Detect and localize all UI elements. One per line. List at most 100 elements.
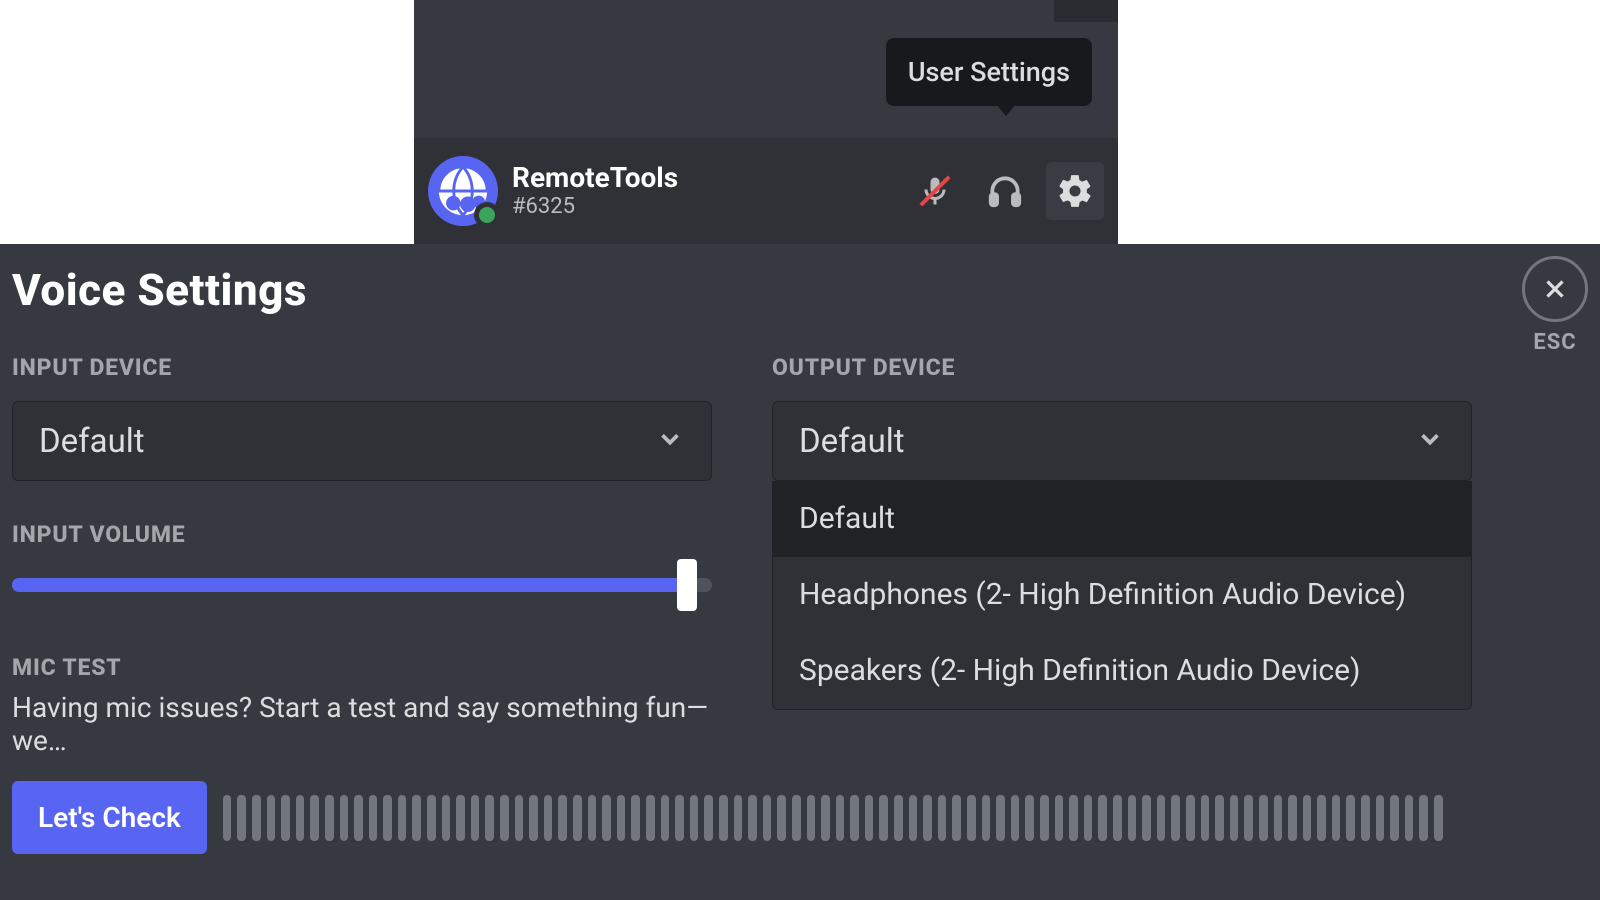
- vu-bar: [646, 795, 655, 841]
- mute-mic-button[interactable]: [906, 162, 964, 220]
- status-online-dot: [474, 202, 500, 228]
- vu-bar: [1142, 795, 1151, 841]
- vu-bar: [1040, 795, 1049, 841]
- vu-bar: [471, 795, 480, 841]
- vu-bar: [427, 795, 436, 841]
- vu-meter: [223, 795, 1443, 841]
- vu-bar: [1113, 795, 1122, 841]
- vu-bar: [807, 795, 816, 841]
- top-strip: User Settings RemoteTools #6325: [414, 0, 1118, 244]
- vu-bar: [894, 795, 903, 841]
- vu-bar: [1215, 795, 1224, 841]
- top-strip-corner: [1054, 0, 1118, 22]
- vu-bar: [558, 795, 567, 841]
- vu-bar: [1303, 795, 1312, 841]
- vu-bar: [850, 795, 859, 841]
- vu-bar: [982, 795, 991, 841]
- vu-bar: [1128, 795, 1137, 841]
- vu-bar: [325, 795, 334, 841]
- right-column: OUTPUT DEVICE Default Default Headphones…: [772, 354, 1472, 757]
- vu-bar: [1317, 795, 1326, 841]
- output-option[interactable]: Headphones (2- High Definition Audio Dev…: [773, 557, 1471, 633]
- vu-bar: [661, 795, 670, 841]
- vu-bar: [1288, 795, 1297, 841]
- vu-bar: [544, 795, 553, 841]
- mic-test-row: Let's Check: [12, 781, 1588, 854]
- chevron-down-icon: [655, 424, 685, 458]
- mic-test-description: Having mic issues? Start a test and say …: [12, 691, 712, 757]
- vu-bar: [296, 795, 305, 841]
- vu-bar: [1259, 795, 1268, 841]
- vu-bar: [1419, 795, 1428, 841]
- vu-bar: [1201, 795, 1210, 841]
- tooltip-arrow: [996, 104, 1016, 116]
- user-settings-button[interactable]: [1046, 162, 1104, 220]
- vu-bar: [369, 795, 378, 841]
- vu-bar: [734, 795, 743, 841]
- vu-bar: [1069, 795, 1078, 841]
- vu-bar: [1230, 795, 1239, 841]
- vu-bar: [281, 795, 290, 841]
- vu-bar: [340, 795, 349, 841]
- vu-bar: [631, 795, 640, 841]
- vu-bar: [675, 795, 684, 841]
- close-button[interactable]: [1522, 256, 1588, 322]
- vu-bar: [1098, 795, 1107, 841]
- vu-bar: [1186, 795, 1195, 841]
- vu-bar: [602, 795, 611, 841]
- output-option[interactable]: Default: [773, 481, 1471, 557]
- chevron-down-icon: [1415, 424, 1445, 458]
- user-tag: #6325: [512, 194, 678, 219]
- output-device-dropdown: Default Default Headphones (2- High Defi…: [772, 401, 1472, 481]
- vu-bar: [252, 795, 261, 841]
- deafen-button[interactable]: [976, 162, 1034, 220]
- vu-bar: [515, 795, 524, 841]
- vu-bar: [383, 795, 392, 841]
- esc-label: ESC: [1533, 330, 1576, 355]
- vu-bar: [763, 795, 772, 841]
- slider-fill: [12, 578, 684, 592]
- output-device-select[interactable]: Default: [772, 401, 1472, 481]
- vu-bar: [1332, 795, 1341, 841]
- vu-bar: [442, 795, 451, 841]
- avatar[interactable]: [428, 156, 498, 226]
- vu-bar: [573, 795, 582, 841]
- output-option[interactable]: Speakers (2- High Definition Audio Devic…: [773, 633, 1471, 709]
- vu-bar: [777, 795, 786, 841]
- panel-title: Voice Settings: [12, 264, 1588, 316]
- vu-bar: [500, 795, 509, 841]
- slider-thumb[interactable]: [677, 559, 697, 611]
- vu-bar: [704, 795, 713, 841]
- voice-settings-panel: Voice Settings ESC INPUT DEVICE Default …: [0, 244, 1600, 900]
- vu-bar: [748, 795, 757, 841]
- mic-test-label: MIC TEST: [12, 654, 122, 681]
- vu-bar: [996, 795, 1005, 841]
- user-action-bar: [906, 162, 1104, 220]
- lets-check-button[interactable]: Let's Check: [12, 781, 207, 854]
- gear-icon: [1056, 172, 1094, 210]
- vu-bar: [938, 795, 947, 841]
- vu-bar: [865, 795, 874, 841]
- vu-bar: [1025, 795, 1034, 841]
- input-device-label: INPUT DEVICE: [12, 354, 712, 381]
- vu-bar: [1346, 795, 1355, 841]
- vu-bar: [1011, 795, 1020, 841]
- vu-bar: [223, 795, 232, 841]
- vu-bar: [836, 795, 845, 841]
- vu-bar: [398, 795, 407, 841]
- vu-bar: [588, 795, 597, 841]
- vu-bar: [1055, 795, 1064, 841]
- output-device-value: Default: [799, 422, 905, 461]
- vu-bar: [1434, 795, 1443, 841]
- input-volume-slider[interactable]: [12, 560, 712, 610]
- output-device-label: OUTPUT DEVICE: [772, 354, 1472, 381]
- close-group: ESC: [1522, 256, 1588, 355]
- vu-bar: [1405, 795, 1414, 841]
- left-column: INPUT DEVICE Default INPUT VOLUME MIC TE…: [12, 354, 712, 757]
- vu-bar: [529, 795, 538, 841]
- headphones-icon: [986, 172, 1024, 210]
- user-name: RemoteTools: [512, 162, 678, 194]
- vu-bar: [1361, 795, 1370, 841]
- vu-bar: [354, 795, 363, 841]
- input-device-select[interactable]: Default: [12, 401, 712, 481]
